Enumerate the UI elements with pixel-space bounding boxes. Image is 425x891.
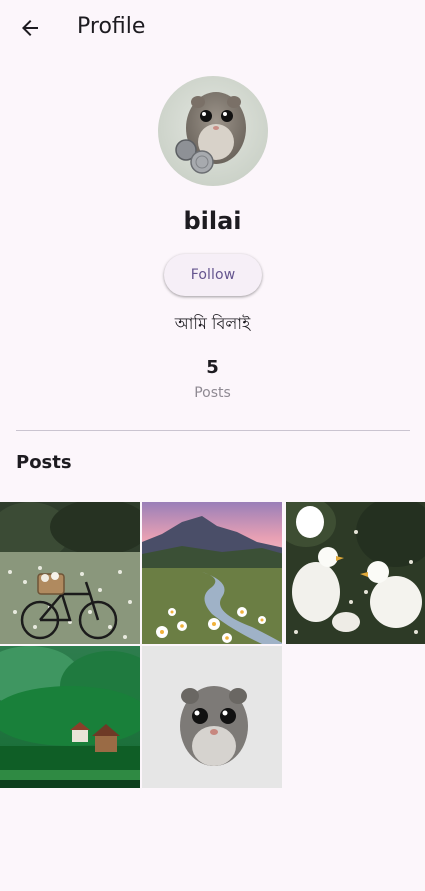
posts-count: 5 [206, 357, 219, 378]
post-thumbnail-mountain[interactable] [142, 502, 282, 644]
back-button[interactable] [12, 10, 48, 46]
profile-bio: আমি বিলাই [174, 314, 251, 333]
post-thumbnail-ducks[interactable] [286, 502, 425, 644]
app-bar: Profile [0, 0, 425, 56]
follow-button[interactable]: Follow [164, 254, 262, 296]
page-title: Profile [77, 14, 146, 39]
posts-count-label: Posts [194, 385, 231, 401]
post-thumbnail-hamster[interactable] [142, 646, 282, 788]
arrow-back-icon [22, 20, 38, 36]
divider [16, 430, 410, 431]
posts-section-title: Posts [16, 452, 72, 473]
post-thumbnail-bicycle[interactable] [0, 502, 140, 644]
post-thumbnail-forest[interactable] [0, 646, 140, 788]
profile-username: bilai [183, 207, 242, 235]
avatar [158, 76, 268, 186]
